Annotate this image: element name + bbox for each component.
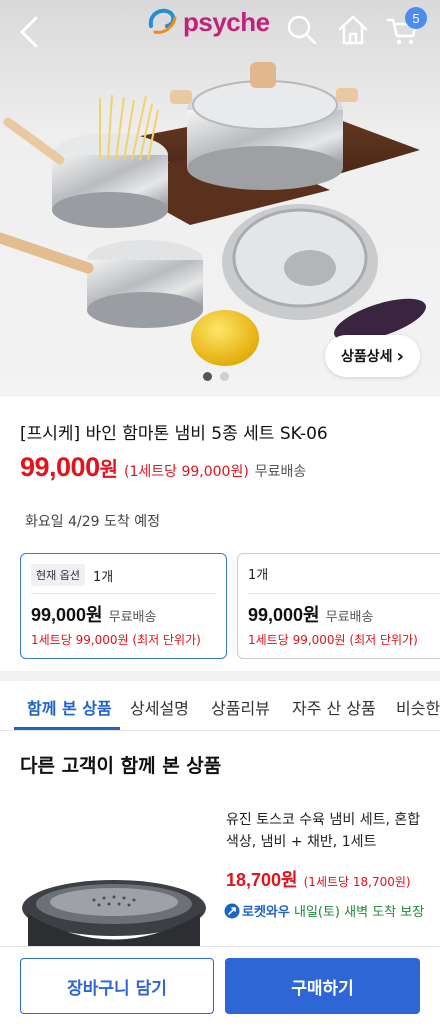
option-header: 현재 옵션 1개: [31, 564, 113, 586]
option-price: 99,000원: [248, 605, 320, 625]
option-divider: [248, 593, 440, 594]
active-tab-indicator: [14, 727, 120, 730]
cart-count-badge: 5: [405, 7, 427, 29]
shipping-label: 무료배송: [254, 464, 307, 480]
product-image-carousel[interactable]: psyche 5 상품상세 ›: [0, 0, 440, 397]
option-price-row: 99,000원 무료배송: [248, 601, 373, 627]
rocket-badge-label: 로켓와우: [242, 905, 290, 920]
option-price: 99,000원: [31, 605, 103, 625]
tab-frequently-bought[interactable]: 자주 산 상품: [292, 695, 376, 719]
chevron-right-icon: ›: [396, 345, 404, 367]
recommended-price: 18,700원: [226, 870, 298, 890]
section-divider: [0, 671, 440, 681]
back-button[interactable]: [10, 12, 50, 52]
logo-text: psyche: [183, 6, 270, 37]
option-unit-note: 1세트당 99,000원 (최저 단위가): [248, 633, 418, 647]
option-divider: [31, 593, 216, 594]
product-detail-button[interactable]: 상품상세 ›: [325, 335, 420, 377]
product-tabs: 함께 본 상품 상세설명 상품리뷰 자주 산 상품 비슷한: [0, 681, 440, 731]
product-title: [프시케] 바인 함마톤 냄비 5종 세트 SK-06: [20, 424, 328, 444]
price-row: 99,000원 (1세트당 99,000원) 무료배송: [20, 452, 306, 483]
add-to-cart-button[interactable]: 장바구니 담기: [20, 958, 214, 1014]
option-price-row: 99,000원 무료배송: [31, 601, 156, 627]
section-title: 다른 고객이 함께 본 상품: [20, 755, 222, 777]
bottom-action-bar: 장바구니 담기 구매하기: [0, 946, 440, 1024]
rocket-delivery-info: 로켓와우 내일(토) 새벽 도착 보장: [224, 903, 430, 923]
brand-logo[interactable]: psyche: [145, 2, 270, 42]
psyche-swirl-icon: [148, 8, 177, 34]
product-detail-label: 상품상세: [341, 349, 393, 365]
recommended-product-name[interactable]: 유진 토스코 수육 냄비 세트, 혼합색상, 냄비 + 채반, 1세트: [226, 809, 426, 853]
tab-description[interactable]: 상세설명: [130, 695, 189, 719]
home-icon: [338, 15, 368, 45]
sale-price: 99,000원: [20, 452, 118, 483]
top-navigation-bar: psyche 5: [0, 0, 440, 62]
option-unit-note: 1세트당 99,000원 (최저 단위가): [31, 633, 201, 647]
current-option-tag: 현재 옵션: [31, 564, 85, 586]
tab-viewed-together[interactable]: 함께 본 상품: [27, 695, 112, 719]
recommended-price-row: 18,700원 (1세트당 18,700원): [226, 866, 411, 892]
price-currency: 원: [99, 457, 118, 481]
carousel-dot-active[interactable]: [203, 372, 212, 381]
option-card[interactable]: 1개 99,000원 무료배송 1세트당 99,000원 (최저 단위가): [237, 553, 440, 659]
option-card-current[interactable]: 현재 옵션 1개 99,000원 무료배송 1세트당 99,000원 (최저 단…: [20, 553, 227, 659]
tab-similar[interactable]: 비슷한: [396, 695, 440, 719]
search-button[interactable]: [284, 12, 320, 48]
search-icon: [287, 15, 317, 45]
home-button[interactable]: [335, 12, 371, 48]
option-quantity: 1개: [92, 569, 114, 585]
delivery-estimate: 화요일 4/29 도착 예정: [25, 514, 160, 530]
unit-price: (1세트당 99,000원): [124, 464, 249, 480]
option-shipping: 무료배송: [325, 610, 374, 625]
rocket-wow-icon: [224, 903, 240, 919]
option-shipping: 무료배송: [108, 610, 157, 625]
price-amount: 99,000: [20, 452, 100, 482]
carousel-indicator: [203, 372, 229, 381]
recommended-unit-price: (1세트당 18,700원): [303, 875, 411, 889]
buy-now-button[interactable]: 구매하기: [225, 958, 420, 1014]
carousel-dot[interactable]: [220, 372, 229, 381]
option-header: 1개: [248, 564, 268, 583]
tab-reviews[interactable]: 상품리뷰: [211, 695, 270, 719]
rocket-delivery-text: 내일(토) 새벽 도착 보장: [293, 905, 425, 920]
option-quantity: 1개: [248, 568, 269, 583]
back-arrow-icon: [20, 16, 38, 48]
